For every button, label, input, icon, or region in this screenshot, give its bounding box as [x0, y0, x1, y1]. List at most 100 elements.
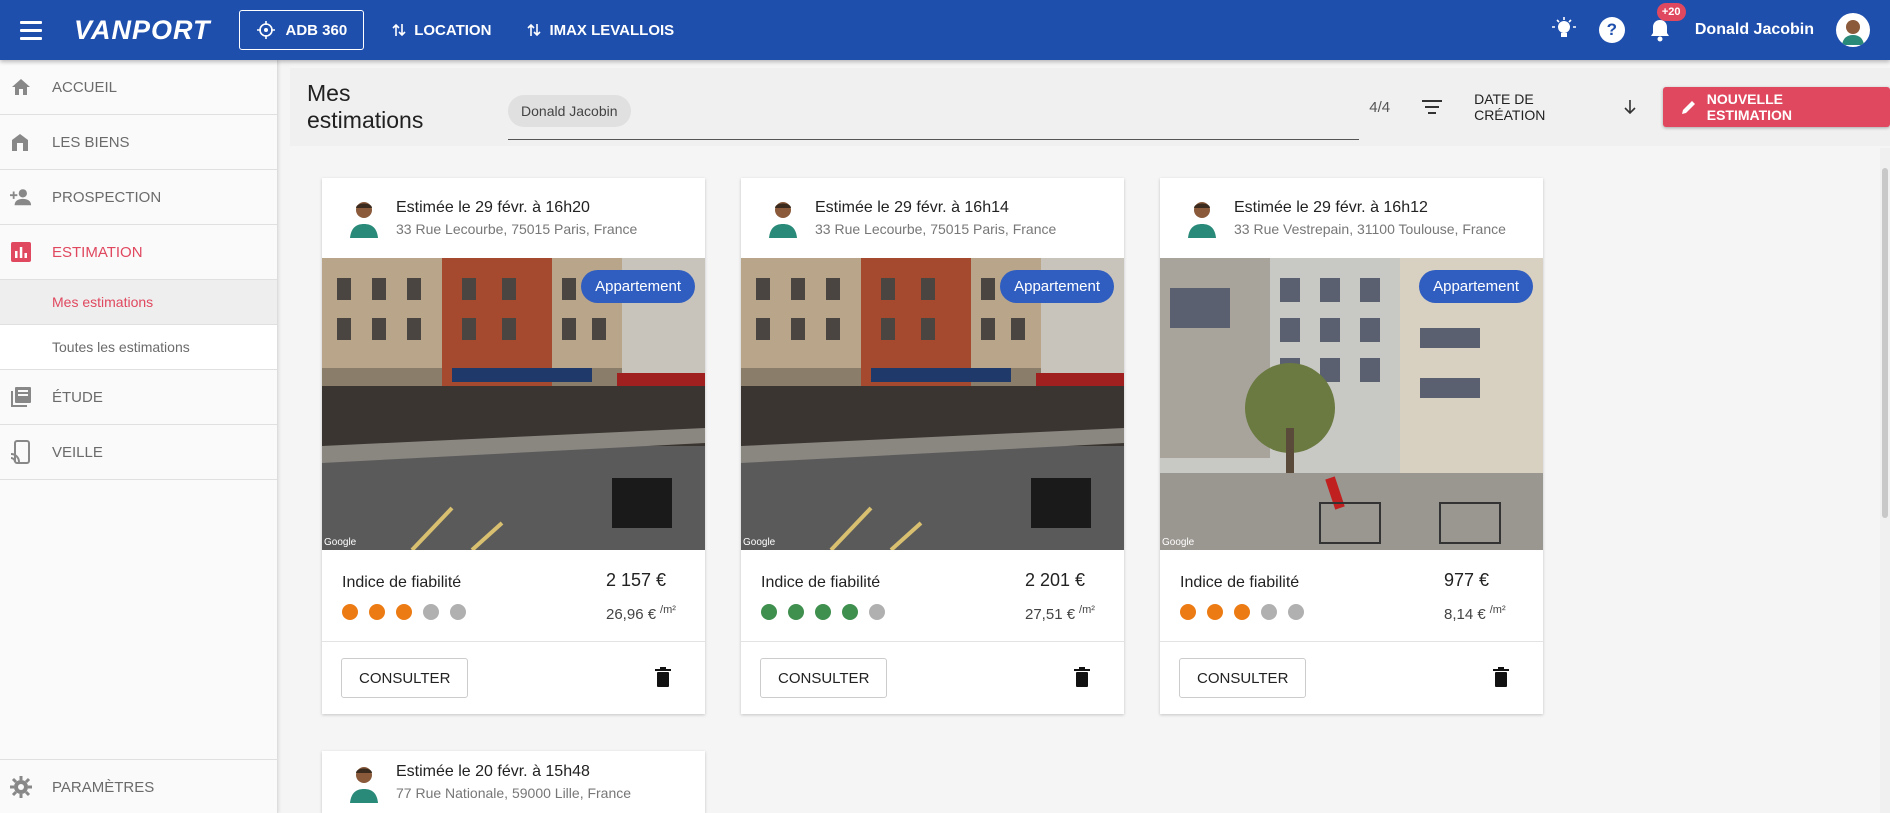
reliability-label: Indice de fiabilité: [1180, 574, 1300, 591]
estimations-header: Mes estimations Donald Jacobin 4/4 DATE …: [290, 68, 1890, 146]
home-icon: [10, 76, 32, 98]
street-view-photo[interactable]: Appartement Google: [322, 258, 705, 550]
estimator-avatar: [1182, 198, 1222, 238]
sidebar-item-les-biens[interactable]: LES BIENS: [0, 115, 277, 170]
sidebar-item-label: PROSPECTION: [52, 188, 162, 206]
sidebar-item-veille[interactable]: VEILLE: [0, 425, 277, 480]
consult-button[interactable]: CONSULTER: [1179, 658, 1307, 698]
reliability-dot: [1207, 604, 1223, 620]
sidebar-item-label: PARAMÈTRES: [52, 778, 155, 796]
help-icon[interactable]: ?: [1598, 17, 1625, 43]
trash-icon[interactable]: [1492, 666, 1510, 688]
trash-icon[interactable]: [1073, 666, 1091, 688]
property-type-badge: Appartement: [1419, 270, 1533, 303]
app-logo[interactable]: VANPORT: [74, 15, 211, 46]
estimation-address: 33 Rue Lecourbe, 75015 Paris, France: [815, 221, 1057, 237]
sidebar-item-etude[interactable]: ÉTUDE: [0, 370, 277, 425]
estimation-date: Estimée le 29 févr. à 16h12: [1234, 199, 1428, 216]
sidebar-item-label: ACCUEIL: [52, 78, 118, 96]
owner-filter-chip[interactable]: Donald Jacobin: [508, 94, 631, 127]
imax-levallois-button[interactable]: IMAX LEVALLOIS: [527, 22, 674, 39]
reliability-dot: [1180, 604, 1196, 620]
google-watermark: Google: [1162, 537, 1195, 548]
estimated-price: 2 157 €: [606, 570, 667, 590]
hamburger-menu-icon[interactable]: [20, 12, 56, 48]
sidebar-subitem-toutes-estimations[interactable]: Toutes les estimations: [0, 325, 277, 370]
arrow-down-icon: [1624, 100, 1636, 115]
results-count: 4/4: [1369, 98, 1391, 116]
estimation-card: Estimée le 20 févr. à 15h48 77 Rue Natio…: [322, 751, 705, 813]
lightbulb-icon[interactable]: [1551, 15, 1577, 46]
reliability-dot: [1261, 604, 1277, 620]
sidebar-item-label: ESTIMATION: [52, 243, 143, 261]
reliability-dot: [423, 604, 439, 620]
reliability-dot: [1234, 604, 1250, 620]
filter-icon[interactable]: [1420, 95, 1444, 119]
street-view-photo[interactable]: Appartement Google: [1160, 258, 1543, 550]
price-per-m2: 8,14 €/m²: [1444, 604, 1506, 623]
user-avatar[interactable]: [1836, 13, 1870, 47]
content-scrollbar[interactable]: [1880, 148, 1890, 813]
estimation-card: Estimée le 29 févr. à 16h12 33 Rue Vestr…: [1160, 178, 1543, 714]
user-name[interactable]: Donald Jacobin: [1695, 21, 1814, 39]
reliability-dot: [761, 604, 777, 620]
estimation-date: Estimée le 29 févr. à 16h14: [815, 199, 1009, 216]
sort-by-creation-date[interactable]: DATE DE CRÉATION: [1474, 91, 1637, 123]
estimated-price: 977 €: [1444, 570, 1490, 590]
pencil-icon: [1681, 101, 1695, 114]
estimated-price: 2 201 €: [1025, 570, 1086, 590]
sidebar: ACCUEIL LES BIENS PROSPECTION ESTIMATION…: [0, 60, 278, 813]
swap-vertical-icon: [527, 23, 542, 37]
sort-label: DATE DE CRÉATION: [1474, 91, 1546, 123]
estimator-avatar: [344, 763, 384, 803]
location-button[interactable]: LOCATION: [392, 22, 491, 39]
property-type-badge: Appartement: [581, 270, 695, 303]
google-watermark: Google: [743, 537, 776, 548]
estimation-address: 77 Rue Nationale, 59000 Lille, France: [396, 785, 632, 801]
notification-count-badge: +20: [1656, 3, 1686, 21]
reliability-dots: [1180, 604, 1304, 620]
consult-button[interactable]: CONSULTER: [760, 658, 888, 698]
consult-button[interactable]: CONSULTER: [341, 658, 469, 698]
property-icon: [10, 131, 32, 153]
street-view-photo[interactable]: Appartement Google: [741, 258, 1124, 550]
estimator-avatar: [344, 198, 384, 238]
estimator-avatar: [763, 198, 803, 238]
reliability-dot: [369, 604, 385, 620]
top-app-bar: VANPORT ADB 360 LOCATION IMAX LEVALLOIS …: [0, 0, 1890, 60]
estimation-address: 33 Rue Lecourbe, 75015 Paris, France: [396, 221, 638, 237]
sidebar-item-estimation[interactable]: ESTIMATION: [0, 225, 277, 280]
sidebar-item-label: VEILLE: [52, 443, 103, 461]
price-per-m2: 27,51 €/m²: [1025, 604, 1095, 623]
sidebar-subitem-mes-estimations[interactable]: Mes estimations: [0, 280, 277, 325]
library-icon: [10, 386, 32, 408]
reliability-dot: [396, 604, 412, 620]
estimation-address: 33 Rue Vestrepain, 31100 Toulouse, Franc…: [1234, 221, 1506, 237]
property-type-badge: Appartement: [1000, 270, 1114, 303]
adb-360-label: ADB 360: [285, 21, 348, 39]
add-person-icon: [10, 186, 32, 208]
price-per-m2: 26,96 €/m²: [606, 604, 676, 623]
adb-360-button[interactable]: ADB 360: [238, 10, 365, 50]
reliability-dot: [815, 604, 831, 620]
reliability-dot: [869, 604, 885, 620]
swap-vertical-icon: [392, 23, 406, 37]
owner-filter-input[interactable]: Donald Jacobin: [508, 82, 1360, 140]
chart-icon: [10, 241, 32, 263]
estimation-date: Estimée le 20 févr. à 15h48: [396, 763, 590, 780]
reliability-dot: [842, 604, 858, 620]
crosshair-icon: [256, 21, 275, 39]
google-watermark: Google: [324, 537, 357, 548]
notifications-bell-icon[interactable]: +20: [1647, 3, 1686, 43]
reliability-dots: [342, 604, 466, 620]
reliability-label: Indice de fiabilité: [342, 574, 462, 591]
reliability-label: Indice de fiabilité: [761, 574, 881, 591]
cast-icon: [10, 440, 32, 464]
new-estimation-button[interactable]: NOUVELLE ESTIMATION: [1662, 87, 1890, 127]
sidebar-item-parametres[interactable]: PARAMÈTRES: [0, 759, 278, 813]
sidebar-item-prospection[interactable]: PROSPECTION: [0, 170, 277, 225]
trash-icon[interactable]: [654, 666, 672, 688]
sidebar-item-accueil[interactable]: ACCUEIL: [0, 60, 277, 115]
sidebar-item-label: ÉTUDE: [52, 388, 103, 406]
reliability-dot: [450, 604, 466, 620]
